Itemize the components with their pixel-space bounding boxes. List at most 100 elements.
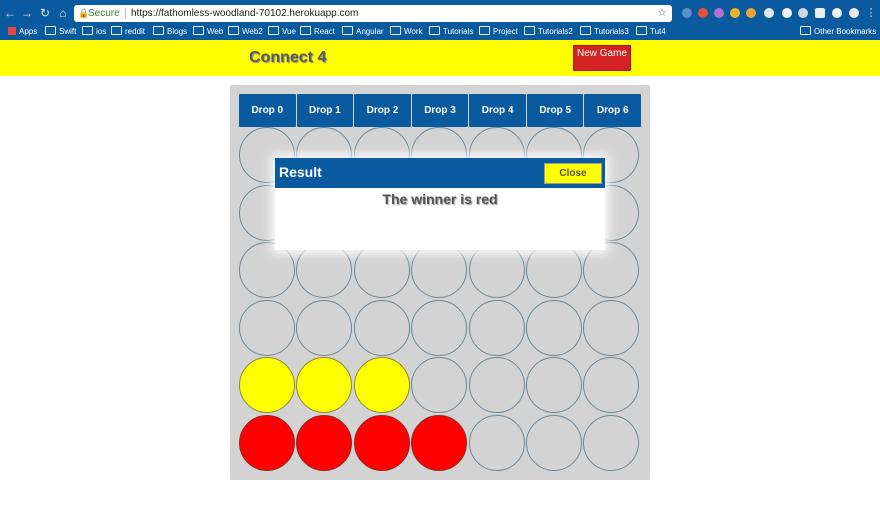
- yellow-piece: [353, 357, 410, 413]
- bookmark-folder[interactable]: reddit: [111, 24, 145, 39]
- red-piece: [411, 414, 468, 471]
- star-icon[interactable]: ☆: [657, 5, 667, 22]
- bookmark-folder[interactable]: Vue: [268, 24, 296, 39]
- drop-0-button[interactable]: Drop 0: [239, 94, 296, 127]
- folder-icon: [800, 26, 811, 35]
- winner-message: The winner is red: [382, 191, 498, 207]
- drop-4-button[interactable]: Drop 4: [469, 94, 526, 127]
- bookmark-other[interactable]: Other Bookmarks: [800, 24, 876, 39]
- folder-icon: [300, 26, 311, 35]
- empty-slot: [468, 299, 525, 356]
- empty-slot: [583, 414, 640, 471]
- drop-1-button[interactable]: Drop 1: [296, 94, 354, 127]
- folder-icon: [479, 26, 490, 35]
- empty-slot: [353, 242, 410, 298]
- bookmark-label: ios: [96, 27, 107, 36]
- extension-icon[interactable]: [730, 8, 740, 18]
- empty-slot: [296, 299, 353, 356]
- url-text: https://fathomless-woodland-70102.heroku…: [131, 8, 359, 19]
- bookmark-folder[interactable]: ios: [82, 24, 106, 39]
- empty-slot: [468, 242, 525, 298]
- bookmark-label: Tutorials3: [594, 27, 629, 36]
- home-icon[interactable]: ⌂: [56, 5, 70, 21]
- bookmark-folder[interactable]: Tut4: [636, 24, 666, 39]
- extension-icon[interactable]: [815, 8, 825, 18]
- bookmark-label: Work: [404, 27, 423, 36]
- bookmark-folder[interactable]: Project: [479, 24, 518, 39]
- folder-icon: [193, 26, 204, 35]
- bookmark-label: Apps: [19, 27, 38, 36]
- game-board: Drop 0 Drop 1 Drop 2 Drop 3 Drop 4 Drop …: [230, 85, 650, 480]
- drop-6-button[interactable]: Drop 6: [584, 94, 642, 127]
- extension-icon[interactable]: [714, 8, 724, 18]
- extension-icon[interactable]: [682, 8, 692, 18]
- folder-icon: [636, 26, 647, 35]
- bookmark-folder[interactable]: Web2: [228, 24, 263, 39]
- folder-icon: [429, 26, 440, 35]
- empty-slot: [468, 357, 525, 413]
- red-piece: [239, 414, 295, 471]
- empty-slot: [525, 414, 582, 471]
- drop-3-button[interactable]: Drop 3: [411, 94, 469, 127]
- bookmark-folder[interactable]: Tutorials3: [580, 24, 629, 39]
- empty-slot: [239, 299, 295, 356]
- extension-icon[interactable]: [849, 8, 859, 18]
- drop-5-button[interactable]: Drop 5: [526, 94, 584, 127]
- bookmark-label: React: [314, 27, 335, 36]
- modal-header: Result Close: [275, 158, 605, 188]
- extension-icon[interactable]: [782, 8, 792, 18]
- folder-icon: [153, 26, 164, 35]
- address-divider: [125, 8, 126, 19]
- bookmark-folder[interactable]: Tutorials2: [524, 24, 573, 39]
- app-header: Connect 4 New Game: [0, 40, 880, 76]
- bookmark-folder[interactable]: Blogs: [153, 24, 187, 39]
- bookmarks-bar: Apps Swift ios reddit Blogs Web Web2 Vue…: [0, 24, 880, 39]
- folder-icon: [268, 26, 279, 35]
- empty-slot: [583, 357, 640, 413]
- red-piece: [296, 414, 353, 471]
- menu-icon[interactable]: ⋮: [864, 5, 878, 21]
- bookmark-label: Swift: [59, 27, 77, 36]
- bookmark-folder[interactable]: Swift: [45, 24, 76, 39]
- bookmark-apps[interactable]: Apps: [8, 24, 37, 39]
- bookmark-label: Tutorials2: [538, 27, 573, 36]
- bookmark-label: Tut4: [650, 27, 666, 36]
- reload-icon[interactable]: ↻: [38, 5, 52, 21]
- drop-2-button[interactable]: Drop 2: [354, 94, 411, 127]
- bookmark-folder[interactable]: Tutorials: [429, 24, 473, 39]
- bookmark-folder[interactable]: React: [300, 24, 335, 39]
- back-icon[interactable]: ←: [3, 5, 17, 21]
- new-game-button[interactable]: New Game: [573, 45, 631, 71]
- red-piece: [353, 414, 410, 471]
- empty-slot: [411, 299, 468, 356]
- browser-toolbar: ← → ↻ ⌂ 🔒 Secure https://fathomless-wood…: [0, 0, 880, 40]
- empty-slot: [525, 299, 582, 356]
- empty-slot: [296, 242, 353, 298]
- bookmark-label: Web2: [242, 27, 263, 36]
- bookmark-folder[interactable]: Angular: [342, 24, 384, 39]
- forward-icon[interactable]: →: [20, 5, 34, 21]
- modal-title: Result: [279, 164, 322, 180]
- address-bar[interactable]: 🔒 Secure https://fathomless-woodland-701…: [74, 5, 672, 22]
- extension-icon[interactable]: [698, 8, 708, 18]
- extension-icon[interactable]: [746, 8, 756, 18]
- bookmark-label: Web: [207, 27, 224, 36]
- bookmark-folder[interactable]: Web: [193, 24, 223, 39]
- drop-button-row: Drop 0 Drop 1 Drop 2 Drop 3 Drop 4 Drop …: [239, 94, 642, 127]
- bookmark-label: Vue: [282, 27, 296, 36]
- empty-slot: [525, 357, 582, 413]
- empty-slot: [583, 299, 640, 356]
- bookmark-folder[interactable]: Work: [390, 24, 423, 39]
- folder-icon: [111, 26, 122, 35]
- folder-icon: [45, 26, 56, 35]
- folder-icon: [390, 26, 401, 35]
- empty-slot: [411, 242, 468, 298]
- extension-icon[interactable]: [764, 8, 774, 18]
- bookmark-label: Tutorials: [443, 27, 474, 36]
- folder-icon: [228, 26, 239, 35]
- empty-slot: [468, 414, 525, 471]
- close-button[interactable]: Close: [544, 163, 602, 184]
- extension-icon[interactable]: [798, 8, 808, 18]
- app-title: Connect 4: [249, 49, 327, 66]
- extension-icon[interactable]: [832, 8, 842, 18]
